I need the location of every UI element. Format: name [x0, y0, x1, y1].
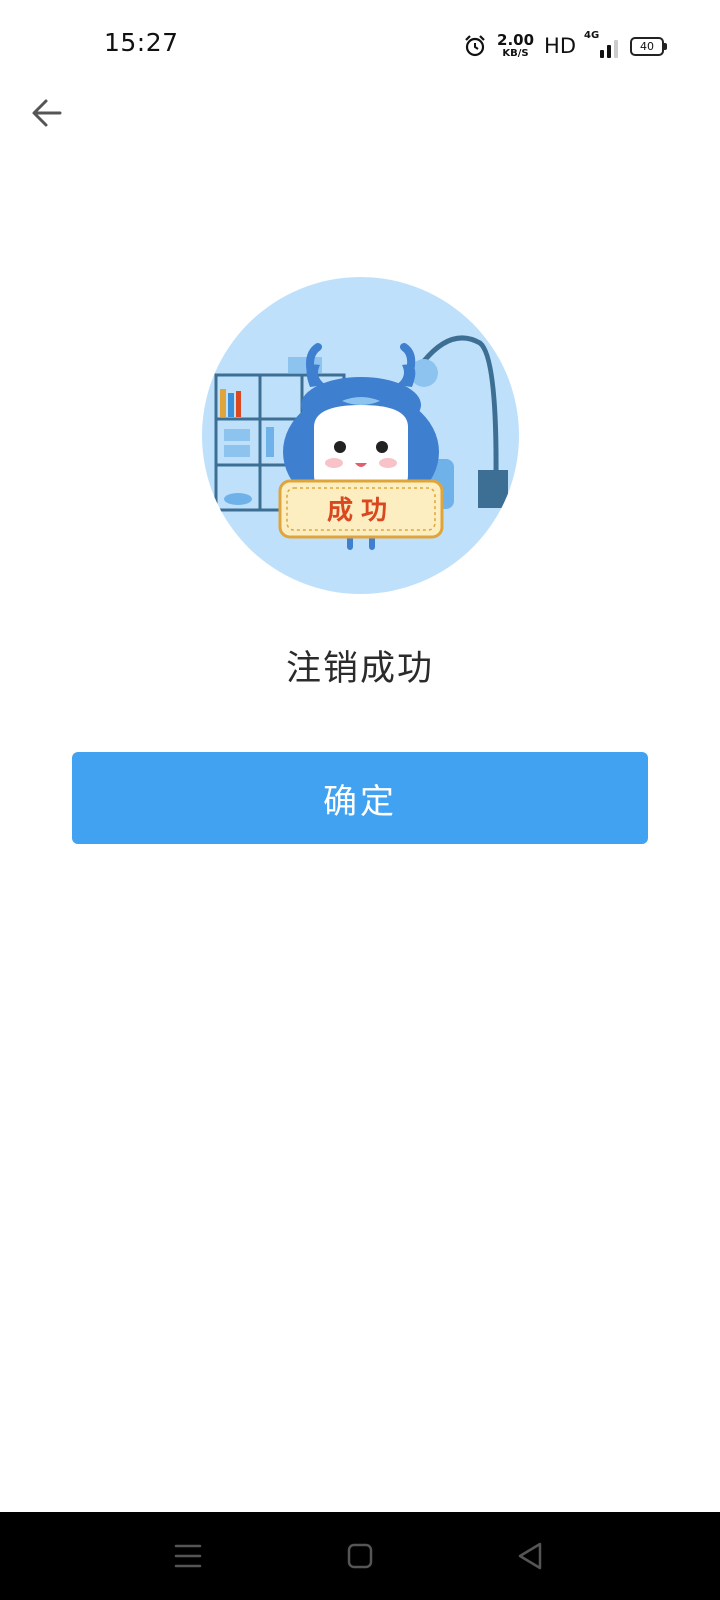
back-button[interactable] [26, 92, 68, 134]
menu-icon [174, 1544, 202, 1568]
system-nav-bar [0, 1512, 720, 1600]
page: 15:27 2.00 KB/S HD 4G 40 成功 注销成功 确定 [0, 0, 720, 1600]
net-speed: 2.00 KB/S [497, 33, 534, 59]
home-button[interactable] [338, 1534, 382, 1578]
signal-icon: 4G [584, 30, 620, 58]
success-sign: 成功 [278, 479, 444, 539]
status-bar: 15:27 2.00 KB/S HD 4G 40 [0, 0, 720, 90]
net-speed-value: 2.00 [497, 31, 535, 49]
arrow-left-icon [32, 99, 62, 127]
net-speed-unit: KB/S [502, 48, 529, 59]
network-type: 4G [584, 30, 600, 41]
result-title: 注销成功 [285, 649, 434, 689]
back-triangle-icon [518, 1542, 542, 1570]
status-time: 15:27 [104, 28, 179, 57]
sign-text: 成功 [327, 496, 395, 526]
status-icons: 2.00 KB/S HD 4G 40 [463, 30, 667, 62]
battery-icon: 40 [630, 36, 667, 56]
battery-level: 40 [640, 39, 654, 53]
hd-indicator: HD [544, 34, 576, 58]
home-icon [347, 1543, 373, 1569]
confirm-button[interactable]: 确定 [72, 752, 648, 844]
menu-button[interactable] [166, 1534, 210, 1578]
alarm-icon [465, 35, 485, 57]
success-illustration: 成功 [202, 277, 519, 594]
system-back-button[interactable] [508, 1534, 552, 1578]
